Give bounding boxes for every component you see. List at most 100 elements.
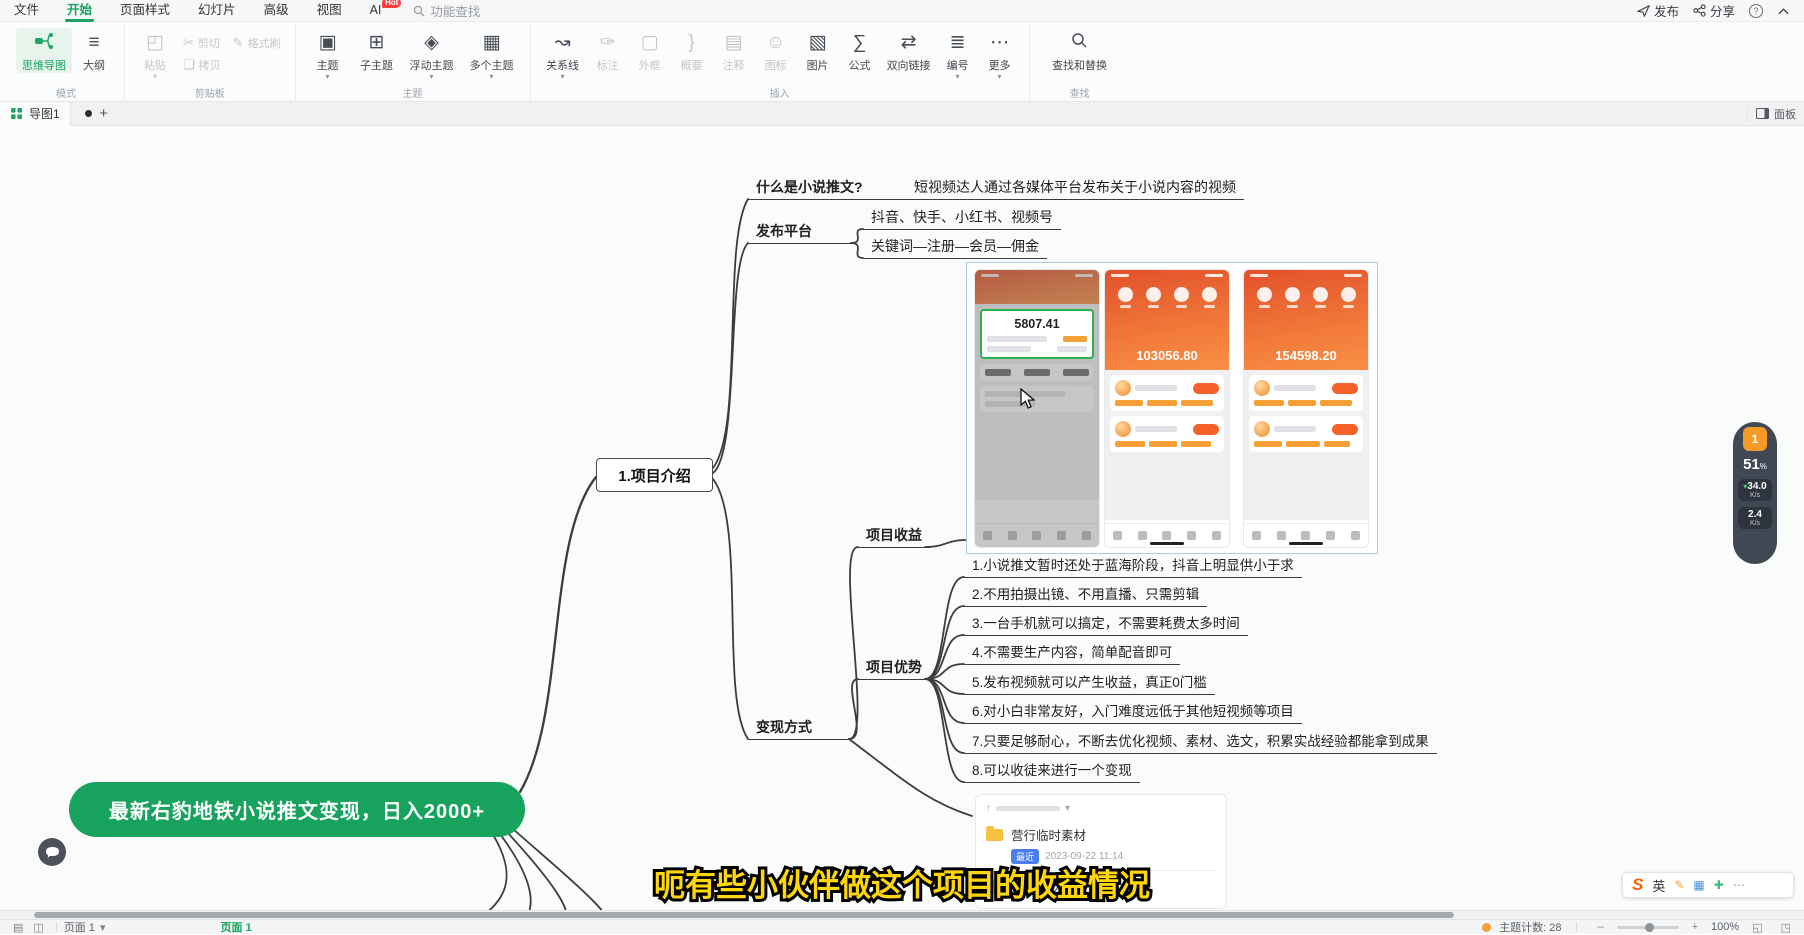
zoom-slider[interactable] xyxy=(1617,926,1679,929)
view-grid-icon[interactable]: ▤ xyxy=(13,921,23,934)
panel-toggle[interactable]: 面板 xyxy=(1747,106,1804,122)
bilink-button[interactable]: ⇄ 双向链接 xyxy=(881,28,937,73)
advantage-item[interactable]: 3.一台手机就可以搞定，不需要耗费太多时间 xyxy=(964,615,1248,636)
withdraw-pill-button xyxy=(1193,424,1219,435)
copy-button[interactable]: ❏ 拷贝 xyxy=(177,54,227,76)
phone1-balance-card: 5807.41 xyxy=(980,309,1094,359)
speech-bubble-icon xyxy=(45,846,60,859)
copy-label: 拷贝 xyxy=(199,57,221,73)
fullscreen-icon[interactable]: ◳ xyxy=(1781,921,1791,934)
net-up-value: 2.4 xyxy=(1748,509,1762,520)
boundary-button[interactable]: ▢ 外框 xyxy=(629,28,671,73)
performance-widget[interactable]: 1 51% ▾34.0 K/s 2.4 K/s xyxy=(1733,422,1777,564)
shield-badge-icon: 1 xyxy=(1743,427,1767,451)
root-topic[interactable]: 最新右豹地铁小说推文变现，日入2000+ xyxy=(69,782,525,837)
zoom-level[interactable]: 100% xyxy=(1711,921,1739,933)
advantage-item[interactable]: 8.可以收徒来进行一个变现 xyxy=(964,762,1140,783)
advantage-item[interactable]: 5.发布视频就可以产生收益，真正0门槛 xyxy=(964,674,1215,695)
mindmap-mode-label: 思维导图 xyxy=(22,57,66,73)
publish-button[interactable]: 发布 xyxy=(1637,1,1679,20)
menu-tab-file[interactable]: 文件 xyxy=(0,0,53,22)
node-platform[interactable]: 发布平台 xyxy=(748,223,851,244)
ime-logo[interactable]: S xyxy=(1632,875,1643,895)
sheet-tab-page1[interactable]: 页面 1 xyxy=(221,919,252,935)
menu-tab-advanced[interactable]: 高级 xyxy=(250,0,303,22)
node-what-question[interactable]: 什么是小说推文? xyxy=(748,179,906,200)
horizontal-scrollbar-thumb[interactable] xyxy=(34,912,1454,918)
menu-tab-ai[interactable]: AI Hot xyxy=(356,0,396,22)
format-painter-button[interactable]: ✎ 格式刷 xyxy=(227,32,287,54)
relation-line-button[interactable]: ↝ 关系线 ▾ xyxy=(539,28,587,81)
floating-topic-button[interactable]: ◈ 浮动主题 ▾ xyxy=(402,28,462,81)
ime-pen-icon[interactable]: ✎ xyxy=(1674,878,1684,892)
node-monetize[interactable]: 变现方式 xyxy=(748,719,851,740)
share-label: 分享 xyxy=(1710,1,1735,20)
zoom-slider-thumb[interactable] xyxy=(1645,923,1654,932)
search-icon xyxy=(413,5,425,17)
share-button[interactable]: 分享 xyxy=(1693,1,1735,20)
cut-button[interactable]: ✂ 剪切 xyxy=(177,32,227,54)
advantage-item[interactable]: 6.对小白非常友好，入门难度远低于其他短视频等项目 xyxy=(964,703,1302,724)
numbering-button[interactable]: ≣ 编号 ▾ xyxy=(937,28,979,81)
callout-button[interactable]: ✑ 标注 xyxy=(587,28,629,73)
node-platform-flow[interactable]: 关键词—注册—会员—佣金 xyxy=(863,238,1047,259)
feature-search[interactable]: 功能查找 xyxy=(413,1,480,20)
node-what-answer[interactable]: 短视频达人通过各媒体平台发布关于小说内容的视频 xyxy=(906,179,1244,200)
zoom-out-button[interactable]: – xyxy=(1597,921,1603,933)
image-insert-button[interactable]: ▧ 图片 xyxy=(797,28,839,73)
video-subtitle: 呃有些小伙伴做这个项目的收益情况 xyxy=(654,860,1150,905)
note-button[interactable]: ▤ 注释 xyxy=(713,28,755,73)
split-view-icon[interactable]: ◫ xyxy=(33,921,43,934)
ime-more-icon[interactable]: ⋯ xyxy=(1733,878,1745,892)
icon-insert-button[interactable]: ☺ 图标 xyxy=(755,28,797,73)
advantage-item[interactable]: 4.不需要生产内容，简单配音即可 xyxy=(964,644,1180,665)
comment-bubble-button[interactable] xyxy=(38,838,66,866)
subtopic-label: 子主题 xyxy=(360,57,393,73)
collapse-ribbon-icon[interactable] xyxy=(1777,6,1790,16)
statusbar-right: 主题计数: 28 – + 100% ◱ ◳ xyxy=(1482,919,1796,935)
fit-screen-icon[interactable]: ◱ xyxy=(1752,921,1762,934)
ime-keyboard-icon[interactable]: ▦ xyxy=(1693,878,1704,892)
relation-line-icon: ↝ xyxy=(555,31,571,55)
node-income[interactable]: 项目收益 xyxy=(858,527,930,548)
outline-mode-button[interactable]: ≡ 大纲 xyxy=(72,28,116,73)
page-indicator[interactable]: 页面 1 xyxy=(64,919,95,935)
ime-language-toggle[interactable]: 英 xyxy=(1652,876,1665,895)
more-button[interactable]: ⋯ 更多 ▾ xyxy=(979,28,1021,81)
menu-tab-slides[interactable]: 幻灯片 xyxy=(184,0,250,22)
intro-topic[interactable]: 1.项目介绍 xyxy=(596,458,713,492)
node-advantage[interactable]: 项目优势 xyxy=(858,659,930,680)
menu-tab-home[interactable]: 开始 xyxy=(53,0,106,22)
summary-button[interactable]: } 概要 xyxy=(671,28,713,73)
menu-tab-view[interactable]: 视图 xyxy=(303,0,356,22)
node-platform-list[interactable]: 抖音、快手、小红书、视频号 xyxy=(863,209,1061,230)
advantage-item[interactable]: 1.小说推文暂时还处于蓝海阶段，抖音上明显供小于求 xyxy=(964,557,1302,578)
help-button[interactable]: ? xyxy=(1749,4,1763,18)
ime-toolbar[interactable]: S 英 ✎ ▦ ✚ ⋯ xyxy=(1622,872,1794,898)
topic-label: 主题 xyxy=(317,57,339,73)
horizontal-scrollbar[interactable] xyxy=(0,910,1804,919)
subtopic-button[interactable]: ⊞ 子主题 xyxy=(352,28,402,73)
mindmap-canvas[interactable]: 最新右豹地铁小说推文变现，日入2000+ 1.项目介绍 什么是小说推文? 短视频… xyxy=(0,126,1804,910)
ime-tools-icon[interactable]: ✚ xyxy=(1714,878,1724,892)
multi-topic-button[interactable]: ▦ 多个主题 ▾ xyxy=(462,28,522,81)
menu-tab-page-style[interactable]: 页面样式 xyxy=(106,0,184,22)
find-replace-icon xyxy=(1070,31,1089,55)
phone-screenshot-3: 154598.20 xyxy=(1244,270,1368,547)
relation-line-label: 关系线 xyxy=(546,57,579,73)
zoom-in-button[interactable]: + xyxy=(1692,921,1698,933)
multi-topic-icon: ▦ xyxy=(483,31,501,55)
formula-button[interactable]: ∑ 公式 xyxy=(839,28,881,73)
hot-badge: Hot xyxy=(382,0,401,8)
advantage-item[interactable]: 7.只要足够耐心，不断去优化视频、素材、选文，积累实战经验都能拿到成果 xyxy=(964,733,1437,754)
find-replace-button[interactable]: 查找和替换 xyxy=(1038,28,1122,73)
page-dropdown-icon[interactable]: ▾ xyxy=(100,921,106,934)
topic-button[interactable]: ▣ 主题 ▾ xyxy=(304,28,352,81)
folder-row-1[interactable]: 营行临时素材 xyxy=(986,822,1216,847)
add-map-button[interactable]: + xyxy=(92,105,116,122)
group-label-clipboard: 剪贴板 xyxy=(125,85,295,100)
doc-tab-map1[interactable]: 导图1 xyxy=(0,102,71,126)
mindmap-mode-button[interactable]: 思维导图 xyxy=(16,28,72,73)
advantage-item[interactable]: 2.不用拍摄出镜、不用直播、只需剪辑 xyxy=(964,586,1207,607)
paste-button[interactable]: ◰ 粘贴 ▾ xyxy=(133,28,177,81)
